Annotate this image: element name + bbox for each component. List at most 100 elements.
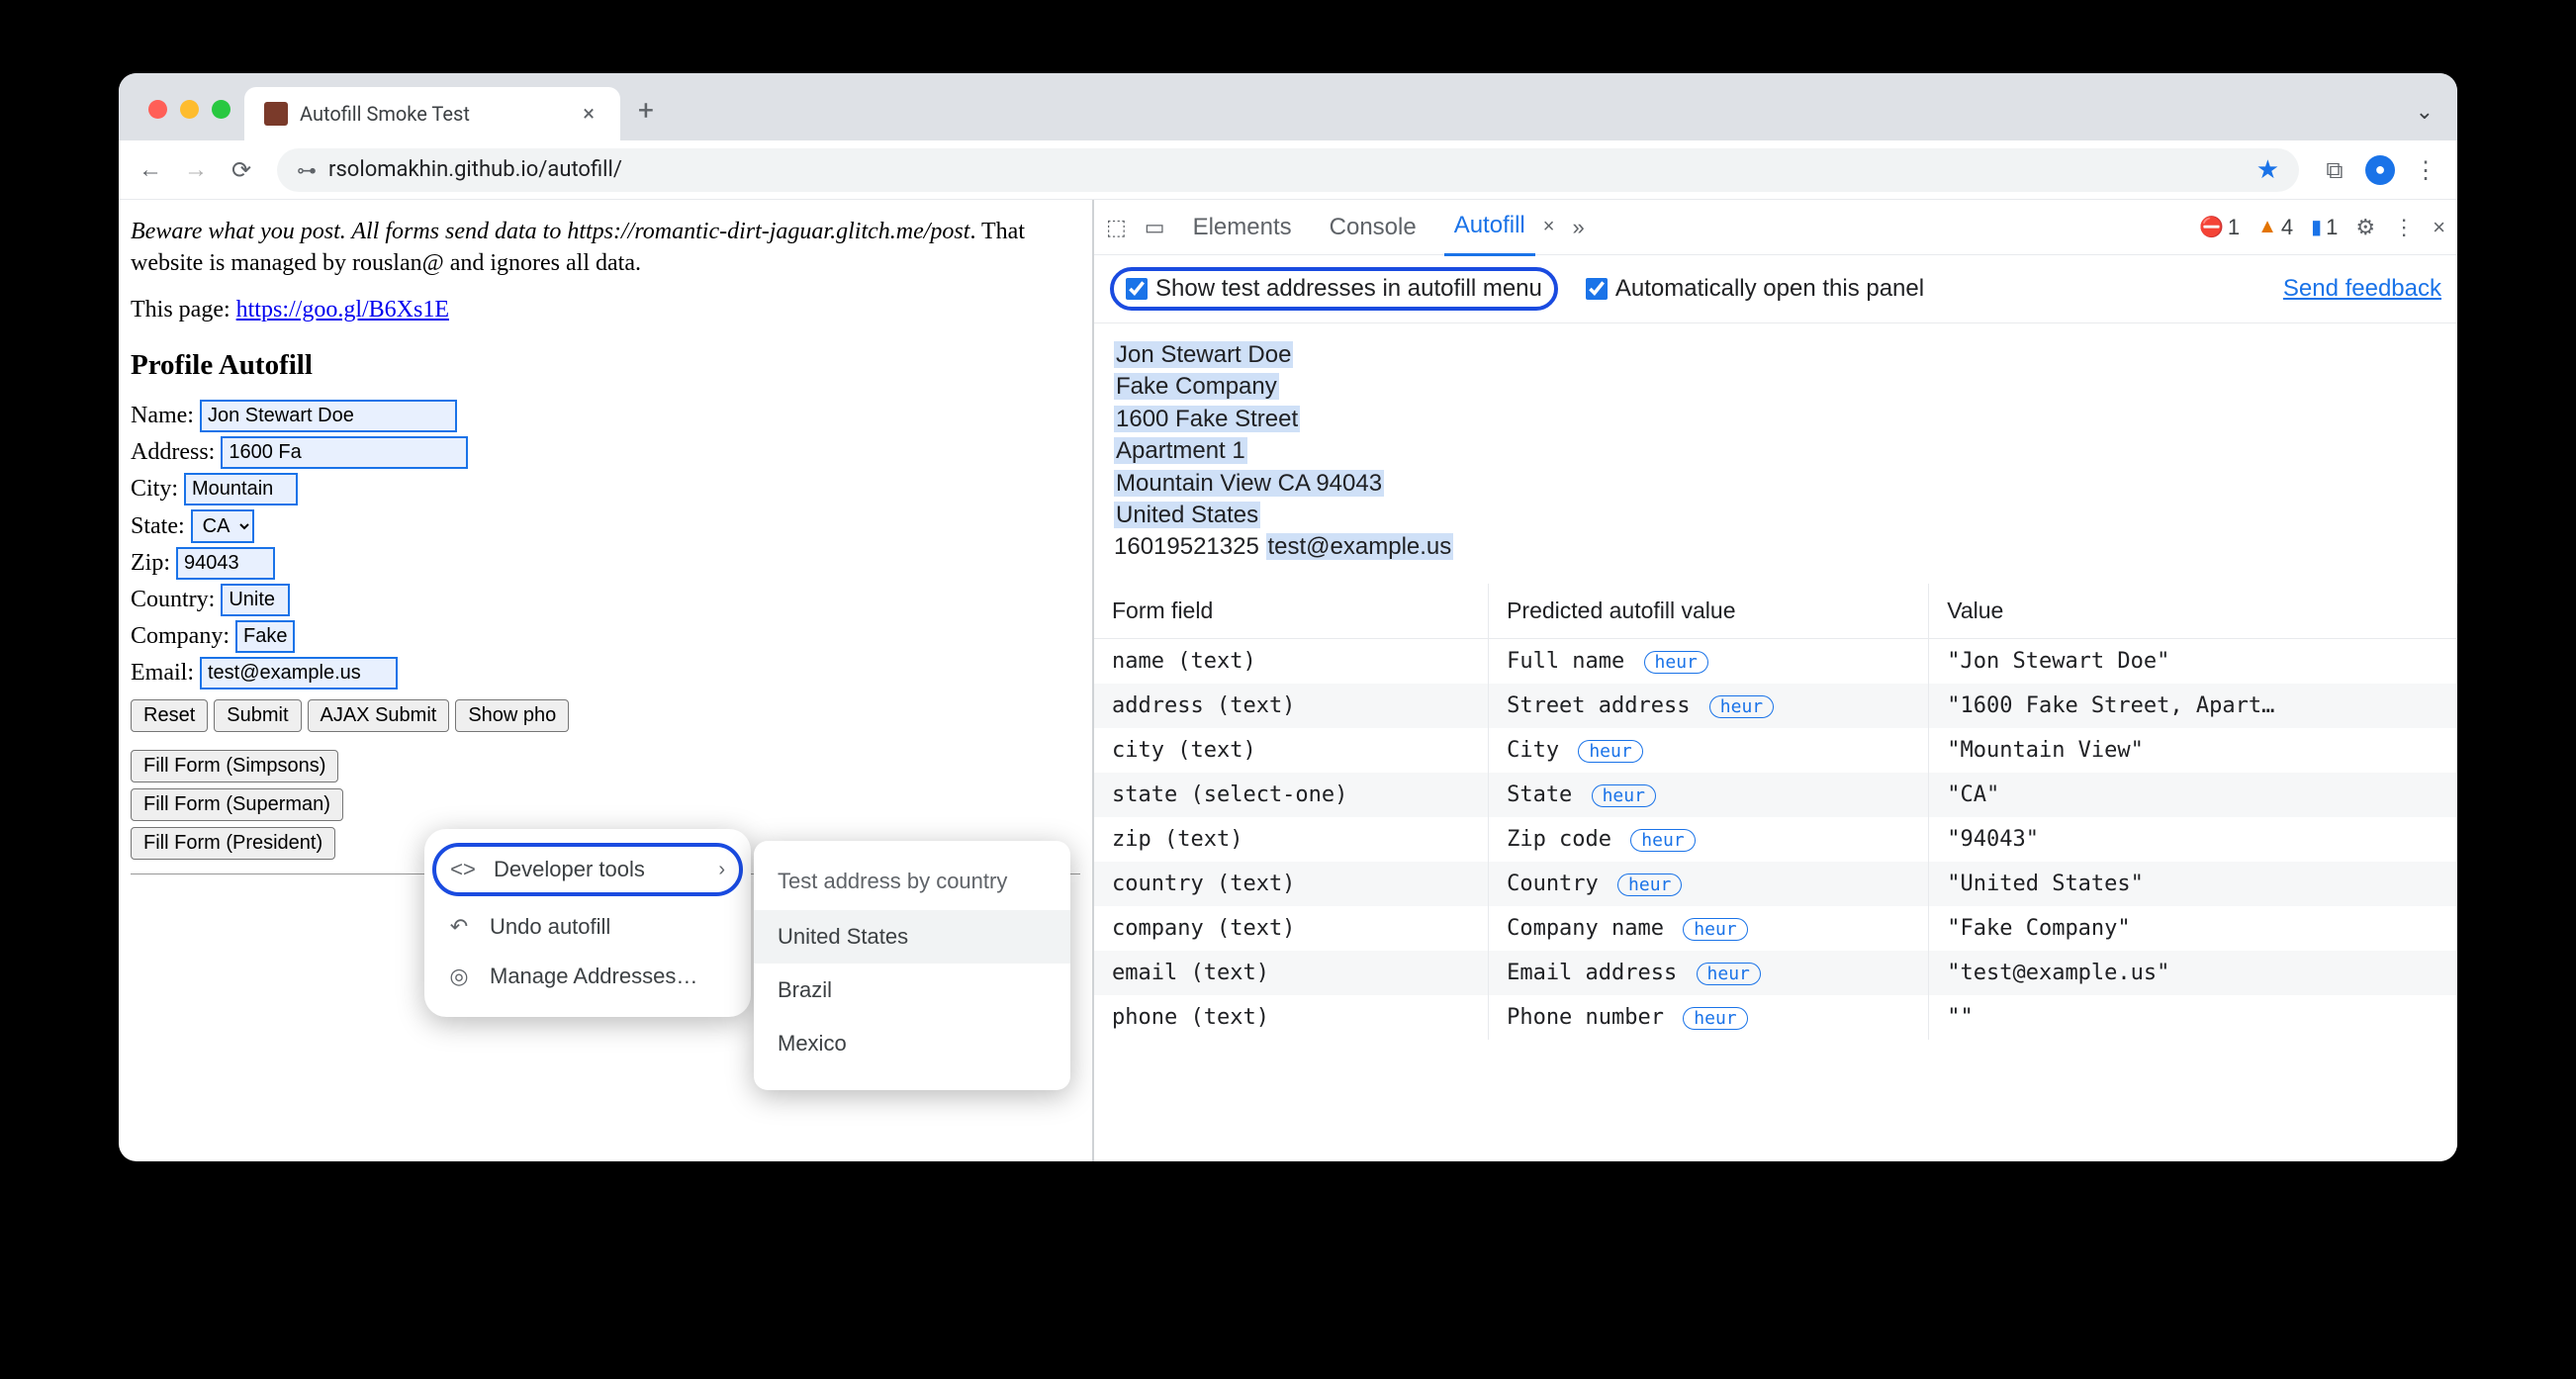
email-input[interactable] — [200, 657, 398, 690]
maximize-window-icon[interactable] — [212, 100, 230, 119]
show-test-checkbox[interactable]: Show test addresses in autofill menu — [1110, 267, 1558, 311]
cell-value: "Fake Company" — [1929, 906, 2457, 951]
send-feedback-link[interactable]: Send feedback — [2283, 275, 2441, 303]
heur-badge: heur — [1578, 740, 1642, 763]
close-panel-icon[interactable]: × — [1543, 216, 1555, 238]
more-tabs-icon[interactable]: » — [1572, 215, 1584, 240]
country-item-mexico[interactable]: Mexico — [754, 1017, 1070, 1070]
code-icon: <> — [450, 857, 476, 882]
submenu-heading: Test address by country — [754, 859, 1070, 910]
cell-predicted: City heur — [1489, 728, 1929, 773]
bookmark-star-icon[interactable]: ★ — [2256, 155, 2279, 185]
table-row: company (text)Company name heur"Fake Com… — [1094, 906, 2457, 951]
show-phone-button[interactable]: Show pho — [455, 699, 569, 732]
company-input[interactable] — [235, 620, 295, 653]
device-toolbar-icon[interactable]: ▭ — [1145, 215, 1165, 240]
cell-field: name (text) — [1094, 638, 1489, 684]
zip-input[interactable] — [176, 547, 275, 580]
fill-simpsons-button[interactable]: Fill Form (Simpsons) — [131, 750, 338, 782]
country-item-brazil[interactable]: Brazil — [754, 964, 1070, 1017]
fill-superman-button[interactable]: Fill Form (Superman) — [131, 788, 343, 821]
back-button[interactable]: ← — [131, 150, 170, 190]
cell-field: email (text) — [1094, 951, 1489, 995]
country-item-us[interactable]: United States — [754, 910, 1070, 964]
browser-tab[interactable]: Autofill Smoke Test × — [244, 87, 620, 140]
error-count[interactable]: ⛔1 — [2199, 215, 2240, 240]
settings-icon[interactable]: ⚙ — [2355, 215, 2375, 240]
addr-country: United States — [1114, 502, 1260, 528]
cell-predicted: Country heur — [1489, 862, 1929, 906]
cell-field: company (text) — [1094, 906, 1489, 951]
heur-badge: heur — [1683, 918, 1747, 941]
ctx-manage-item[interactable]: ◎ Manage Addresses… — [424, 952, 751, 1001]
heur-badge: heur — [1617, 873, 1682, 896]
ctx-manage-label: Manage Addresses… — [490, 964, 697, 989]
inspect-icon[interactable]: ⬚ — [1106, 215, 1127, 240]
name-input[interactable] — [200, 400, 457, 432]
issue-count[interactable]: ▮1 — [2311, 215, 2338, 240]
ctx-undo-item[interactable]: ↶ Undo autofill — [424, 902, 751, 952]
chrome-menu-button[interactable]: ⋮ — [2406, 150, 2445, 190]
this-page-line: This page: https://goo.gl/B6Xs1E — [131, 294, 1080, 325]
state-select[interactable]: CA — [191, 509, 254, 543]
tab-search-button[interactable]: ⌄ — [2392, 100, 2457, 140]
address-input[interactable] — [221, 436, 468, 469]
heur-badge: heur — [1683, 1007, 1747, 1030]
table-row: address (text)Street address heur"1600 F… — [1094, 684, 2457, 728]
reset-button[interactable]: Reset — [131, 699, 208, 732]
warning-text: Beware what you post. All forms send dat… — [131, 216, 1080, 280]
tab-title: Autofill Smoke Test — [300, 102, 470, 126]
gear-icon: ◎ — [446, 964, 472, 989]
city-input[interactable] — [184, 473, 298, 506]
addr-name: Jon Stewart Doe — [1114, 341, 1293, 368]
close-tab-icon[interactable]: × — [577, 100, 600, 129]
chrome-window: Autofill Smoke Test × + ⌄ ← → ⟳ ⊶ rsolom… — [119, 73, 2457, 1161]
fill-president-button[interactable]: Fill Form (President) — [131, 827, 335, 860]
cell-field: address (text) — [1094, 684, 1489, 728]
show-test-input[interactable] — [1126, 278, 1148, 300]
devtools-menu-icon[interactable]: ⋮ — [2393, 215, 2415, 240]
ctx-devtools-label: Developer tools — [494, 857, 645, 882]
country-input[interactable] — [221, 584, 290, 616]
cell-value: "test@example.us" — [1929, 951, 2457, 995]
reload-button[interactable]: ⟳ — [222, 150, 261, 190]
new-tab-button[interactable]: + — [620, 94, 672, 140]
table-row: name (text)Full name heur"Jon Stewart Do… — [1094, 638, 2457, 684]
ajax-submit-button[interactable]: AJAX Submit — [308, 699, 450, 732]
profile-button[interactable]: ● — [2360, 150, 2400, 190]
table-row: state (select-one)State heur"CA" — [1094, 773, 2457, 817]
url-text: rsolomakhin.github.io/autofill/ — [328, 157, 622, 182]
table-row: city (text)City heur"Mountain View" — [1094, 728, 2457, 773]
tab-autofill[interactable]: Autofill — [1444, 198, 1535, 256]
auto-open-input[interactable] — [1586, 278, 1608, 300]
cell-value: "United States" — [1929, 862, 2457, 906]
submit-button[interactable]: Submit — [214, 699, 301, 732]
close-window-icon[interactable] — [148, 100, 167, 119]
cell-value: "Mountain View" — [1929, 728, 2457, 773]
zip-label: Zip: — [131, 550, 170, 577]
extensions-icon[interactable]: ⧉ — [2315, 150, 2354, 190]
devtools-panel: ⬚ ▭ Elements Console Autofill × » ⛔1 ▲4 … — [1094, 200, 2457, 1161]
cell-field: city (text) — [1094, 728, 1489, 773]
tab-console[interactable]: Console — [1320, 200, 1426, 255]
cell-value: "Jon Stewart Doe" — [1929, 638, 2457, 684]
this-page-link[interactable]: https://goo.gl/B6Xs1E — [236, 297, 449, 322]
address-bar[interactable]: ⊶ rsolomakhin.github.io/autofill/ ★ — [277, 148, 2299, 192]
forward-button: → — [176, 150, 216, 190]
addr-apt: Apartment 1 — [1114, 437, 1247, 464]
ctx-devtools-item[interactable]: <> Developer tools › — [432, 843, 743, 896]
table-row: phone (text)Phone number heur"" — [1094, 995, 2457, 1040]
tab-elements[interactable]: Elements — [1183, 200, 1302, 255]
auto-open-checkbox[interactable]: Automatically open this panel — [1586, 275, 1924, 303]
autofill-context-menu: <> Developer tools › ↶ Undo autofill ◎ M… — [424, 829, 751, 1017]
close-devtools-icon[interactable]: × — [2433, 215, 2445, 240]
minimize-window-icon[interactable] — [180, 100, 199, 119]
cell-predicted: State heur — [1489, 773, 1929, 817]
test-address-submenu: Test address by country United States Br… — [754, 841, 1070, 1090]
cell-value: "" — [1929, 995, 2457, 1040]
heur-badge: heur — [1644, 651, 1708, 674]
site-info-icon[interactable]: ⊶ — [297, 158, 317, 182]
autofill-address-block: Jon Stewart Doe Fake Company 1600 Fake S… — [1094, 323, 2457, 584]
col-predicted: Predicted autofill value — [1489, 584, 1929, 639]
warning-count[interactable]: ▲4 — [2257, 215, 2293, 240]
